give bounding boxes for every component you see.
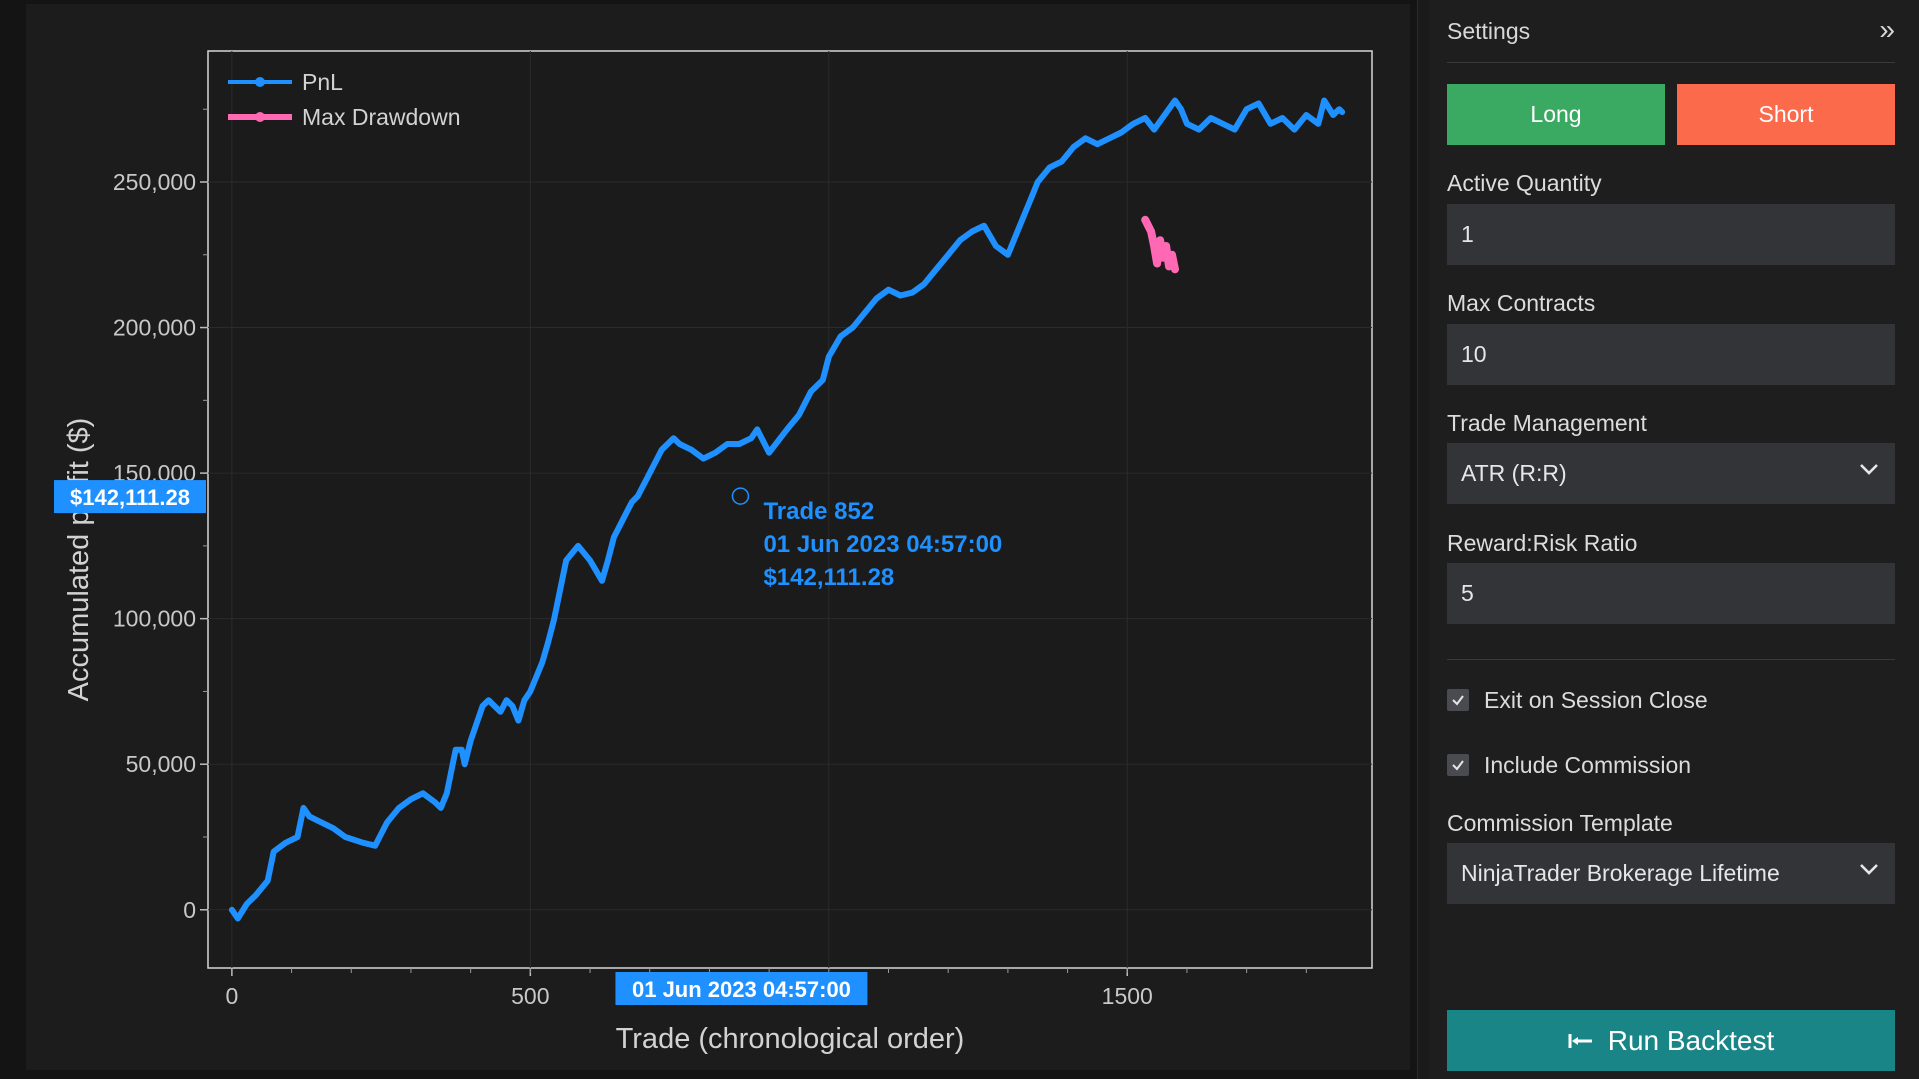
commission-template-label: Commission Template: [1447, 810, 1673, 836]
pnl-chart[interactable]: 050,000100,000150,000200,000250,0000 500 1…: [26, 4, 1410, 1070]
crosshair-tooltip-line: 01 Jun 2023 04:57:00: [763, 531, 1002, 558]
trade-management-label: Trade Management: [1447, 410, 1647, 436]
settings-title: Settings: [1447, 18, 1531, 44]
long-button[interactable]: Long: [1447, 84, 1665, 145]
y-tick-label: 200,000: [113, 315, 196, 341]
run-arrow-icon: [1568, 1033, 1592, 1048]
x-value-badge-text: 01 Jun 2023 04:57:00: [632, 977, 851, 1002]
crosshair-tooltip-line: $142,111.28: [763, 564, 894, 591]
legend-label: Max Drawdown: [302, 104, 461, 130]
settings-panel: Settings » Long Short Active Quantity Ma…: [1429, 0, 1919, 1079]
exit-session-label: Exit on Session Close: [1484, 686, 1708, 713]
legend-marker: [255, 77, 265, 87]
crosshair-tooltip-line: Trade 852: [763, 498, 874, 525]
run-backtest-button[interactable]: Run Backtest: [1447, 1010, 1895, 1071]
section-divider: [1447, 659, 1895, 660]
max-contracts-input[interactable]: [1447, 324, 1895, 385]
active-quantity-input[interactable]: [1447, 204, 1895, 265]
commission-template-select[interactable]: NinjaTrader Brokerage Lifetime: [1447, 843, 1895, 904]
y-axis-label: Accumulated profit ($): [63, 418, 95, 702]
trade-management-select[interactable]: ATR (R:R): [1447, 443, 1895, 504]
chart-panel: 0 50,000 100,000 150,000 200,000 250,000 0 500 1…: [26, 4, 1410, 1070]
trade-management-value: ATR (R:R): [1461, 460, 1567, 486]
legend-label: PnL: [302, 69, 343, 95]
reward-risk-label: Reward:Risk Ratio: [1447, 530, 1638, 556]
active-quantity-label: Active Quantity: [1447, 170, 1602, 196]
checkbox-box[interactable]: [1447, 689, 1469, 711]
settings-header: Settings »: [1447, 14, 1895, 63]
checkmark-icon: [1452, 695, 1464, 706]
y-tick-label: 250,000: [113, 169, 196, 195]
legend-marker: [255, 112, 265, 122]
exit-session-checkbox[interactable]: Exit on Session Close: [1447, 685, 1708, 715]
x-tick-label: 500: [511, 983, 549, 1009]
reward-risk-input[interactable]: [1447, 563, 1895, 624]
include-commission-label: Include Commission: [1484, 751, 1692, 778]
include-commission-checkbox[interactable]: Include Commission: [1447, 750, 1691, 780]
checkbox-box[interactable]: [1447, 754, 1469, 776]
x-tick-label: 0: [225, 983, 238, 1009]
run-backtest-label: Run Backtest: [1607, 1024, 1775, 1056]
y-tick-label: 50,000: [126, 751, 196, 777]
y-tick-label: 100,000: [113, 606, 196, 632]
y-value-badge-text: $142,111.28: [70, 485, 190, 510]
checkmark-icon: [1452, 760, 1464, 771]
x-tick-label: 1500: [1102, 983, 1153, 1009]
chevron-down-icon: [1860, 864, 1878, 875]
y-tick-label: 0: [183, 897, 196, 923]
collapse-panel-icon[interactable]: »: [1879, 14, 1895, 46]
chevron-down-icon: [1860, 464, 1878, 475]
max-contracts-label: Max Contracts: [1447, 290, 1596, 316]
short-button[interactable]: Short: [1677, 84, 1895, 145]
x-axis-label: Trade (chronological order): [616, 1023, 965, 1055]
commission-template-value: NinjaTrader Brokerage Lifetime: [1461, 860, 1780, 886]
